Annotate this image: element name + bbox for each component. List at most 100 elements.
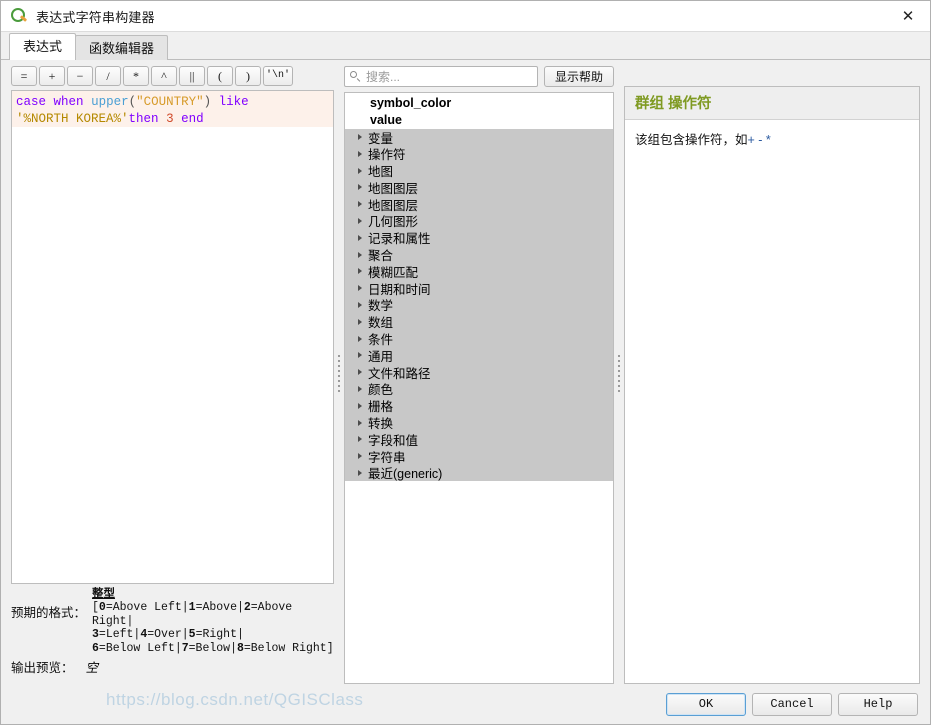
op-plus-button[interactable]: + <box>39 66 65 86</box>
tree-group-item[interactable]: 操作符 <box>345 145 613 162</box>
tab-bar: 表达式 函数编辑器 <box>1 32 930 60</box>
tree-group-item[interactable]: 地图 <box>345 162 613 179</box>
op-minus-button[interactable]: − <box>67 66 93 86</box>
expression-token <box>174 112 182 126</box>
chevron-right-icon[interactable] <box>353 133 366 140</box>
tree-group-item[interactable]: 最近(generic) <box>345 464 613 482</box>
op-paren-close-button[interactable]: ) <box>235 66 261 86</box>
tree-group-item[interactable]: 日期和时间 <box>345 279 613 297</box>
dialog-button-bar: https://blog.csdn.net/QGISClass OK Cance… <box>1 684 930 724</box>
op-divide-button[interactable]: / <box>95 66 121 86</box>
tree-group-item[interactable]: 数组 <box>345 313 613 330</box>
chevron-right-icon[interactable] <box>353 268 366 275</box>
chevron-right-icon[interactable] <box>353 369 366 376</box>
tree-group-item[interactable]: 地图图层 <box>345 178 613 196</box>
ok-button[interactable]: OK <box>666 692 746 716</box>
chevron-right-icon[interactable] <box>353 217 366 224</box>
tree-group-item[interactable]: 转换 <box>345 414 613 431</box>
splitter-handle-dots <box>338 355 340 395</box>
output-preview-row: 输出预览： 空 <box>11 657 334 676</box>
chevron-right-icon[interactable] <box>353 335 366 342</box>
chevron-right-icon[interactable] <box>353 184 366 191</box>
op-newline-button[interactable]: '\n' <box>263 66 293 86</box>
tree-group-item[interactable]: 颜色 <box>345 380 613 397</box>
expression-token <box>211 95 219 109</box>
expression-token: ( <box>128 95 137 109</box>
chevron-right-icon[interactable] <box>353 352 366 359</box>
search-row: 搜索... 显示帮助 <box>344 66 614 87</box>
splitter-left[interactable] <box>334 66 344 684</box>
chevron-right-icon[interactable] <box>353 167 366 174</box>
search-placeholder: 搜索... <box>366 70 401 84</box>
close-icon[interactable]: ✕ <box>886 1 930 31</box>
tree-group-item[interactable]: 通用 <box>345 346 613 364</box>
dialog-content: = + − / * ^ || ( ) '\n' case when upper(… <box>1 60 930 684</box>
tree-item-label: 最近(generic) <box>368 467 443 482</box>
expression-column: = + − / * ^ || ( ) '\n' case when upper(… <box>11 66 334 684</box>
tree-field-item[interactable]: symbol_color <box>345 95 613 112</box>
expression-token: upper <box>91 95 129 109</box>
expression-token: then <box>128 112 159 126</box>
cancel-button[interactable]: Cancel <box>752 692 832 716</box>
search-input[interactable]: 搜索... <box>344 66 538 87</box>
expected-format-value: 整型 [0=Above Left|1=Above|2=Above Right| 3… <box>92 588 334 656</box>
help-button[interactable]: Help <box>838 692 918 716</box>
window-title: 表达式字符串构建器 <box>36 9 155 25</box>
chevron-right-icon[interactable] <box>353 234 366 241</box>
tree-group-item[interactable]: 变量 <box>345 128 613 146</box>
op-power-button[interactable]: ^ <box>151 66 177 86</box>
expected-format-row: 预期的格式： 整型 [0=Above Left|1=Above|2=Above … <box>11 588 334 656</box>
op-multiply-button[interactable]: * <box>123 66 149 86</box>
tree-group-item[interactable]: 几何图形 <box>345 212 613 229</box>
tree-group-item[interactable]: 文件和路径 <box>345 363 613 381</box>
chevron-right-icon[interactable] <box>353 436 366 443</box>
tree-group-item[interactable]: 栅格 <box>345 397 613 414</box>
expression-token <box>159 112 167 126</box>
expected-format-label: 预期的格式： <box>11 605 87 620</box>
expected-format-type: 整型 <box>92 587 116 600</box>
tree-group-item[interactable]: 地图图层 <box>345 195 613 213</box>
tree-group-item[interactable]: 数学 <box>345 296 613 313</box>
help-body: 该组包含操作符，如+ - * <box>625 120 919 160</box>
chevron-right-icon[interactable] <box>353 385 366 392</box>
chevron-right-icon[interactable] <box>353 150 366 157</box>
chevron-right-icon[interactable] <box>353 201 366 208</box>
tab-expression[interactable]: 表达式 <box>9 33 77 60</box>
chevron-right-icon[interactable] <box>353 301 366 308</box>
chevron-right-icon[interactable] <box>353 285 366 292</box>
help-body-operators: + - * <box>747 133 771 147</box>
expression-text: case when upper("COUNTRY") like '%NORTH K… <box>12 91 333 128</box>
op-paren-open-button[interactable]: ( <box>207 66 233 86</box>
tab-function-editor[interactable]: 函数编辑器 <box>75 35 169 60</box>
operator-toolbar: = + − / * ^ || ( ) '\n' <box>11 66 334 86</box>
op-concat-button[interactable]: || <box>179 66 205 86</box>
tree-group-item[interactable]: 聚合 <box>345 246 613 263</box>
qgis-q-icon <box>10 7 28 25</box>
splitter-handle-dots-2 <box>618 355 620 395</box>
tree-field-item[interactable]: value <box>345 111 613 129</box>
chevron-right-icon[interactable] <box>353 251 366 258</box>
tree-group-item[interactable]: 条件 <box>345 330 613 347</box>
op-equals-button[interactable]: = <box>11 66 37 86</box>
expected-format-lines: [0=Above Left|1=Above|2=Above Right| 3=Le… <box>92 601 334 655</box>
chevron-right-icon[interactable] <box>353 419 366 426</box>
expression-token: case <box>16 95 47 109</box>
show-help-button[interactable]: 显示帮助 <box>543 66 614 87</box>
help-body-text: 该组包含操作符，如 <box>635 133 748 147</box>
tree-group-item[interactable]: 记录和属性 <box>345 229 613 246</box>
expression-text-editor[interactable]: case when upper("COUNTRY") like '%NORTH K… <box>11 90 334 584</box>
tree-group-item[interactable]: 模糊匹配 <box>345 262 613 280</box>
chevron-right-icon[interactable] <box>353 453 366 460</box>
expression-token: "COUNTRY" <box>136 95 204 109</box>
tree-group-item[interactable]: 字符串 <box>345 447 613 465</box>
expected-format-line: 6=Below Left|7=Below|8=Below Right] <box>92 641 334 655</box>
tree-group-item[interactable]: 字段和值 <box>345 430 613 448</box>
chevron-right-icon[interactable] <box>353 469 366 476</box>
splitter-right[interactable] <box>614 66 624 684</box>
chevron-right-icon[interactable] <box>353 402 366 409</box>
output-preview-value: 空 <box>85 661 99 675</box>
function-tree[interactable]: symbol_color value 变量 操作符 地图 地图图层 地图图层 几何图形 记录和属… <box>344 92 614 684</box>
chevron-right-icon[interactable] <box>353 318 366 325</box>
expression-token: when <box>53 95 84 109</box>
output-preview-label: 输出预览： <box>11 661 74 675</box>
